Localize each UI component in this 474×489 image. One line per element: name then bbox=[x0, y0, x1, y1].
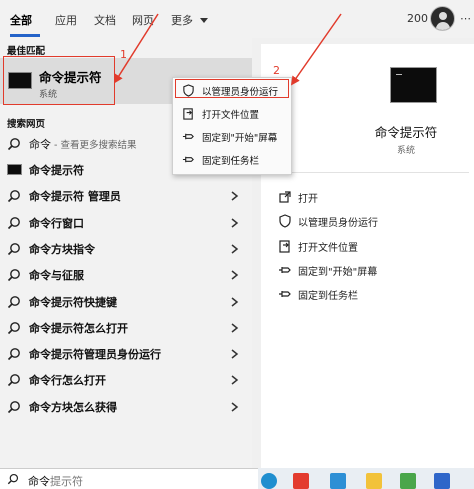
user-avatar[interactable] bbox=[430, 6, 455, 31]
web-result-label: 命令提示符 管理员 bbox=[29, 190, 121, 204]
search-autocomplete: 提示符 bbox=[50, 475, 83, 488]
pin-icon bbox=[279, 266, 291, 273]
preview-action[interactable]: 固定到任务栏 bbox=[276, 284, 466, 304]
shield-icon bbox=[279, 214, 291, 228]
tab-documents[interactable]: 文档 bbox=[94, 12, 116, 28]
chevron-right-icon[interactable] bbox=[228, 373, 240, 387]
active-tab-indicator bbox=[10, 34, 40, 37]
wps-office-icon[interactable] bbox=[293, 473, 309, 489]
web-result-label: 命令与征服 bbox=[29, 269, 84, 283]
search-icon bbox=[7, 269, 20, 282]
folder-icon bbox=[279, 239, 290, 253]
pin-icon bbox=[182, 133, 194, 140]
web-result-label: 命令提示符 bbox=[29, 164, 84, 177]
chevron-down-icon bbox=[199, 18, 208, 23]
chevron-right-icon[interactable] bbox=[228, 268, 240, 282]
web-result-row[interactable]: 命令方块怎么获得 bbox=[0, 394, 252, 420]
web-result-label: 命令提示符管理员身份运行 bbox=[29, 348, 161, 362]
search-input[interactable]: 命令提示符 bbox=[28, 473, 83, 489]
context-menu-item[interactable]: 固定到任务栏 bbox=[173, 149, 293, 171]
app-icon[interactable] bbox=[330, 473, 346, 489]
more-options-icon[interactable]: ⋯ bbox=[460, 12, 471, 25]
web-result-row[interactable]: 命令提示符管理员身份运行 bbox=[0, 341, 252, 367]
context-menu-item[interactable]: 固定到"开始"屏幕 bbox=[173, 126, 293, 148]
cmd-terminal-icon bbox=[390, 67, 437, 103]
preview-action-label: 打开 bbox=[298, 194, 318, 205]
web-result-label: 命令方块怎么获得 bbox=[29, 400, 117, 414]
context-menu-item[interactable]: 打开文件位置 bbox=[173, 103, 293, 125]
chevron-right-icon[interactable] bbox=[228, 400, 240, 414]
annotation-highlight-2 bbox=[175, 79, 289, 98]
app-icon[interactable] bbox=[400, 473, 416, 489]
preview-action[interactable]: 固定到"开始"屏幕 bbox=[276, 260, 466, 280]
search-icon bbox=[7, 242, 20, 255]
search-tab-bar: 全部 应用 文档 网页 更多 200 ⋯ bbox=[0, 0, 474, 38]
web-result-label: 命令提示符快捷键 bbox=[29, 295, 117, 309]
search-icon bbox=[7, 190, 20, 203]
preview-action[interactable]: 打开 bbox=[276, 187, 466, 207]
context-menu-label: 打开文件位置 bbox=[202, 110, 260, 121]
annotation-highlight-1 bbox=[3, 56, 115, 105]
web-result-label: 命令提示符怎么打开 bbox=[29, 321, 128, 335]
web-search-query: 命令 bbox=[29, 138, 51, 151]
chevron-right-icon[interactable] bbox=[228, 347, 240, 361]
preview-action[interactable]: 以管理员身份运行 bbox=[276, 211, 466, 231]
search-icon bbox=[7, 138, 20, 151]
annotation-label-1: 1 bbox=[120, 48, 127, 61]
cmd-terminal-icon bbox=[7, 164, 22, 175]
pin-icon bbox=[182, 156, 194, 163]
chevron-right-icon[interactable] bbox=[228, 216, 240, 230]
file-explorer-icon[interactable] bbox=[366, 473, 382, 489]
web-result-row[interactable]: 命令与征服 bbox=[0, 262, 252, 288]
web-search-hint: - 查看更多搜索结果 bbox=[51, 140, 137, 151]
tab-web[interactable]: 网页 bbox=[132, 12, 154, 28]
web-result-row[interactable]: 命令行窗口 bbox=[0, 210, 252, 236]
chevron-right-icon[interactable] bbox=[228, 189, 240, 203]
tab-apps[interactable]: 应用 bbox=[55, 12, 77, 28]
tab-more[interactable]: 更多 bbox=[171, 12, 208, 28]
folder-icon bbox=[183, 108, 193, 120]
tab-all[interactable]: 全部 bbox=[10, 12, 32, 28]
tab-more-label: 更多 bbox=[171, 14, 193, 27]
context-menu-label: 固定到"开始"屏幕 bbox=[202, 133, 278, 144]
search-box[interactable]: 命令提示符 bbox=[0, 468, 258, 489]
web-result-row[interactable]: 命令提示符 管理员 bbox=[0, 183, 252, 209]
chevron-right-icon[interactable] bbox=[228, 295, 240, 309]
search-icon bbox=[7, 295, 20, 308]
web-result-label: 命令方块指令 bbox=[29, 242, 95, 256]
preview-action-label: 固定到"开始"屏幕 bbox=[298, 266, 378, 278]
app-icon[interactable] bbox=[434, 473, 450, 489]
search-icon bbox=[7, 374, 20, 387]
preview-action-label: 固定到任务栏 bbox=[298, 291, 358, 303]
search-icon bbox=[7, 321, 20, 334]
search-icon bbox=[7, 473, 19, 485]
rewards-points-count: 200 bbox=[407, 12, 428, 25]
web-result-row[interactable]: 命令提示符怎么打开 bbox=[0, 315, 252, 341]
chevron-right-icon[interactable] bbox=[228, 321, 240, 335]
web-result-row[interactable]: 命令方块指令 bbox=[0, 236, 252, 262]
search-icon bbox=[7, 400, 20, 413]
best-match-header: 最佳匹配 bbox=[7, 46, 46, 57]
search-icon bbox=[7, 348, 20, 361]
taskbar bbox=[258, 468, 474, 489]
web-search-header: 搜索网页 bbox=[7, 119, 46, 130]
open-icon bbox=[279, 191, 291, 203]
search-icon bbox=[7, 216, 20, 229]
annotation-label-2: 2 bbox=[273, 64, 280, 77]
web-result-row[interactable]: 命令提示符快捷键 bbox=[0, 289, 252, 315]
preview-action[interactable]: 打开文件位置 bbox=[276, 236, 466, 256]
preview-divider bbox=[269, 172, 469, 173]
preview-action-label: 打开文件位置 bbox=[298, 242, 358, 254]
web-result-row[interactable]: 命令行怎么打开 bbox=[0, 367, 252, 393]
web-result-label: 命令行怎么打开 bbox=[29, 374, 106, 388]
web-result-label: 命令行窗口 bbox=[29, 216, 84, 230]
pin-icon bbox=[279, 291, 291, 298]
chevron-right-icon[interactable] bbox=[228, 242, 240, 256]
search-typed-text: 命令 bbox=[28, 475, 50, 488]
context-menu-label: 固定到任务栏 bbox=[202, 156, 260, 167]
preview-action-label: 以管理员身份运行 bbox=[298, 218, 378, 230]
edge-browser-icon[interactable] bbox=[261, 473, 277, 489]
